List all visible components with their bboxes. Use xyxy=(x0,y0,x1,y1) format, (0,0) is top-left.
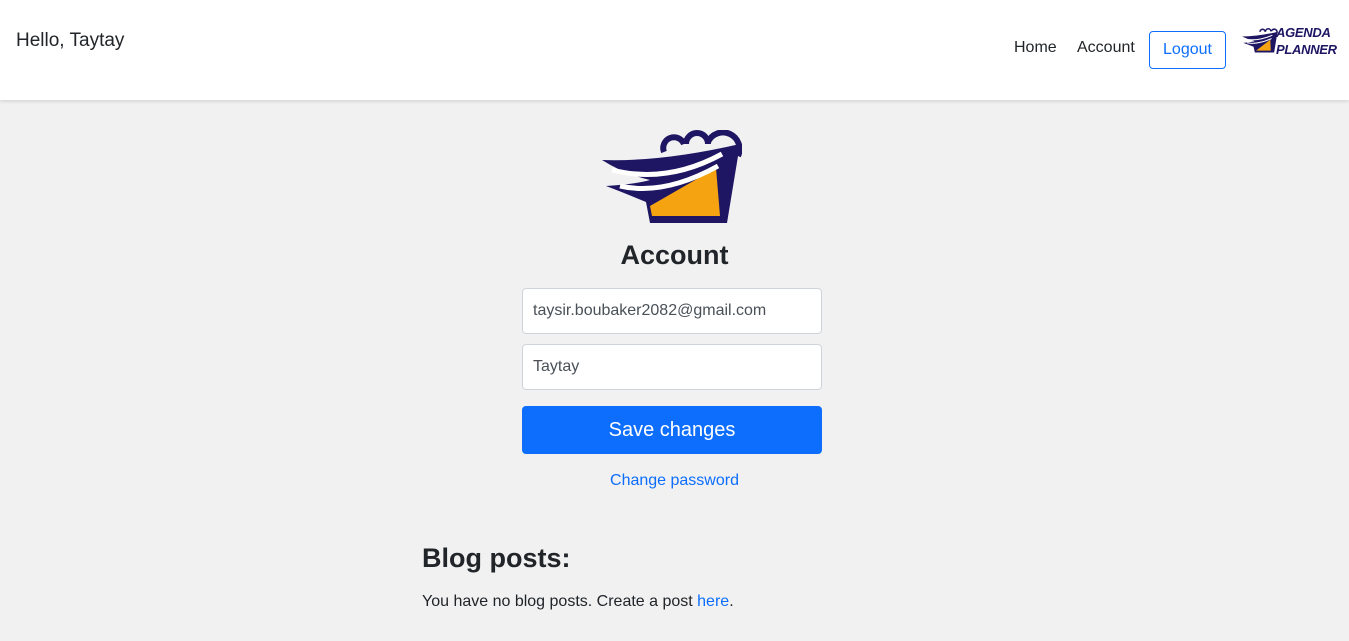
brand-logo[interactable]: AGENDA PLANNER xyxy=(1242,22,1337,64)
logout-button[interactable]: Logout xyxy=(1149,31,1226,69)
greeting-text: Hello, Taytay xyxy=(16,30,125,51)
change-password-link[interactable]: Change password xyxy=(610,472,739,489)
nav-account-link[interactable]: Account xyxy=(1077,39,1135,57)
calendar-planner-logo-icon xyxy=(602,130,742,223)
brand-line-1: AGENDA xyxy=(1276,25,1331,40)
blog-empty-text: You have no blog posts. Create a post xyxy=(422,593,698,610)
blog-empty-trailing: . xyxy=(729,593,734,610)
change-password-row: Change password xyxy=(0,472,1349,490)
page-title: Account xyxy=(620,240,729,270)
brand-wordmark: AGENDA PLANNER xyxy=(1276,24,1337,58)
create-post-link[interactable]: here xyxy=(697,593,729,610)
save-changes-button[interactable]: Save changes xyxy=(522,406,822,454)
brand-line-2: PLANNER xyxy=(1276,42,1337,57)
nav-home-link[interactable]: Home xyxy=(1014,39,1057,57)
agenda-planner-logo-icon xyxy=(1242,28,1278,53)
blog-posts-heading: Blog posts: xyxy=(422,543,571,573)
blog-empty-message: You have no blog posts. Create a post he… xyxy=(422,593,734,611)
top-navbar: Hello, Taytay Home Account Logout AGENDA… xyxy=(0,0,1349,100)
email-field[interactable] xyxy=(522,288,822,334)
username-field[interactable] xyxy=(522,344,822,390)
